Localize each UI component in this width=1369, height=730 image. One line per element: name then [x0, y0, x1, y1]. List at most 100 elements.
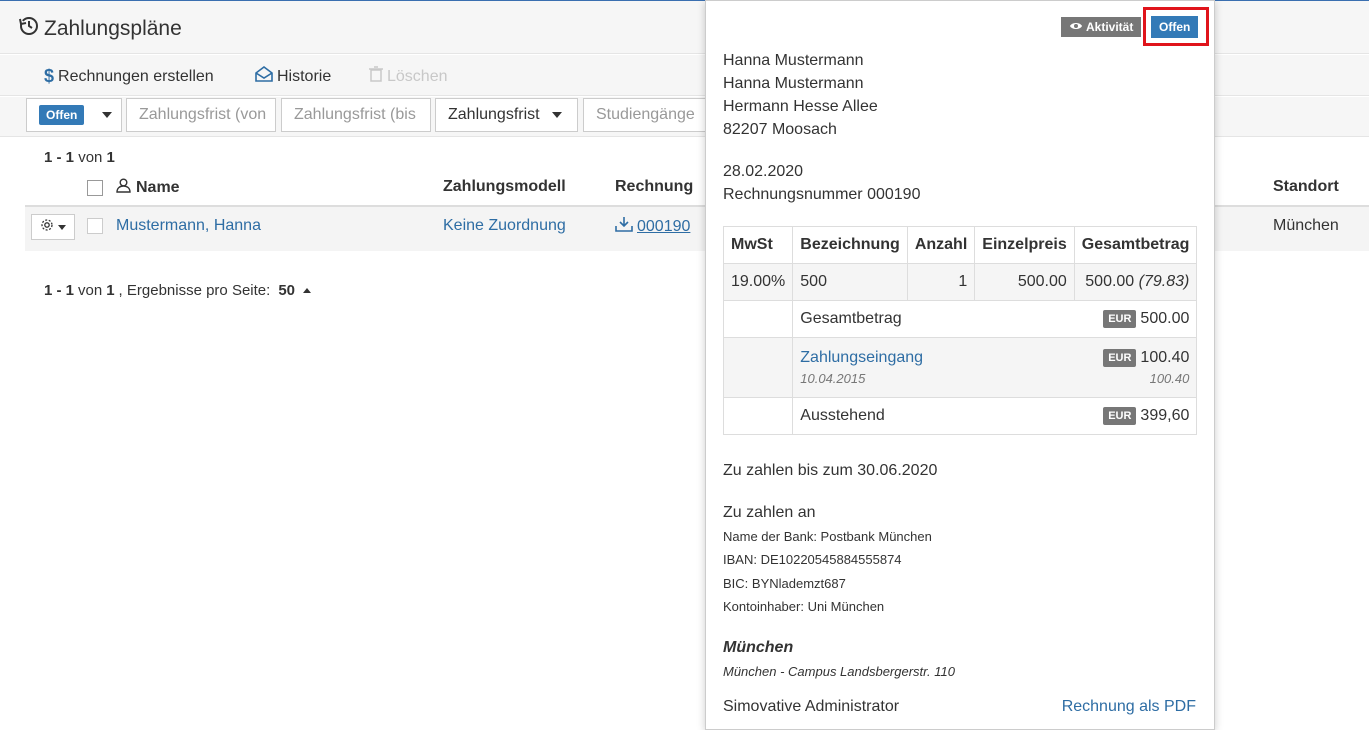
result-total: 1 [106, 282, 115, 299]
activity-button[interactable]: Aktivität [1061, 17, 1142, 37]
per-page-label: , Ergebnisse pro Seite: [118, 282, 271, 299]
user-icon [116, 178, 131, 198]
admin-link[interactable]: Simovative Administrator [723, 698, 899, 716]
column-header-location[interactable]: Standort [1273, 178, 1339, 196]
chevron-down-icon [58, 224, 66, 230]
row-name-link[interactable]: Mustermann, Hanna [116, 217, 261, 235]
result-range: 1 - 1 [44, 282, 75, 299]
per-page-value: 50 [278, 282, 295, 299]
total-label: Gesamtbetrag [800, 309, 902, 327]
item-unit-price: 500.00 [974, 263, 1075, 301]
due-from-input[interactable]: Zahlungsfrist (von [126, 98, 276, 132]
payment-sub-value: 100.40 [1149, 371, 1190, 387]
dollar-icon: $ [44, 66, 55, 86]
delete-label: Löschen [387, 67, 448, 85]
row-checkbox[interactable] [87, 218, 103, 234]
address-line-1: Hanna Mustermann [723, 75, 864, 92]
address-line-2: Hermann Hesse Allee [723, 98, 878, 115]
create-invoices-label: Rechnungen erstellen [58, 67, 214, 85]
column-name-label: Name [136, 179, 180, 196]
col-vat: MwSt [722, 226, 794, 264]
invoice-table: MwSt Bezeichnung Anzahl Einzelpreis Gesa… [722, 226, 1198, 435]
invoice-pdf-link[interactable]: Rechnung als PDF [1062, 698, 1196, 716]
outstanding-row: Ausstehend EUR 399,60 [722, 397, 1198, 435]
address-line-3: 82207 Moosach [723, 121, 837, 138]
result-range: 1 - 1 [44, 149, 75, 166]
bank-account-holder: Kontoinhaber: Uni München [723, 599, 885, 614]
column-header-invoice[interactable]: Rechnung [615, 178, 693, 196]
gear-icon [40, 218, 54, 237]
bank-name: Name der Bank: Postbank München [723, 529, 932, 544]
bank-bic: BIC: BYNlademzt687 [723, 576, 846, 591]
col-unit-price: Einzelpreis [974, 226, 1075, 264]
eye-icon [1069, 20, 1083, 34]
due-to-input[interactable]: Zahlungsfrist (bis [281, 98, 431, 132]
currency-badge: EUR [1103, 406, 1137, 425]
trash-icon [369, 66, 383, 87]
item-quantity: 1 [906, 263, 976, 301]
programs-filter-input[interactable]: Studiengänge [583, 98, 707, 132]
col-quantity: Anzahl [906, 226, 976, 264]
row-actions-button[interactable] [31, 214, 75, 240]
history-label: Historie [277, 67, 332, 85]
location-title: München [723, 639, 794, 656]
invoice-date: 28.02.2020 [723, 163, 804, 180]
outstanding-value: 399,60 [1140, 407, 1190, 425]
result-count-top: 1 - 1 von 1 [44, 149, 115, 166]
item-total-vat: (79.83) [1138, 273, 1190, 290]
invoice-item-row: 19.00% 500 1 500.00 500.00 (79.83) [722, 263, 1198, 301]
item-description: 500 [792, 263, 908, 301]
result-von: von [78, 149, 103, 166]
col-total: Gesamtbetrag [1073, 226, 1198, 264]
delete-button[interactable]: Löschen [369, 66, 448, 87]
page-title-text: Zahlungspläne [44, 17, 182, 40]
status-badge[interactable]: Offen [1151, 16, 1199, 38]
result-total: 1 [106, 149, 115, 166]
result-count-bottom: 1 - 1 von 1 , Ergebnisse pro Seite: 50 [44, 282, 311, 299]
payment-value: 100.40 [1140, 349, 1190, 367]
select-all-checkbox[interactable] [87, 180, 103, 196]
status-filter-value: Offen [39, 105, 85, 125]
row-invoice-number: 000190 [637, 217, 691, 235]
invoice-number: Rechnungsnummer 000190 [723, 186, 921, 203]
per-page-select[interactable]: 50 [278, 282, 311, 299]
column-header-payment-model[interactable]: Zahlungsmodell [443, 178, 566, 196]
activity-label: Aktivität [1086, 20, 1134, 34]
due-date-select-label: Zahlungsfrist [448, 106, 540, 123]
envelope-open-icon [255, 66, 273, 87]
due-date-text: Zu zahlen bis zum 30.06.2020 [723, 462, 938, 479]
status-filter-select[interactable]: Offen [26, 98, 122, 132]
download-icon [615, 216, 633, 237]
row-location: München [1273, 217, 1339, 234]
location-subtitle: München - Campus Landsbergerstr. 110 [723, 664, 955, 679]
item-vat: 19.00% [722, 263, 794, 301]
invoice-table-header: MwSt Bezeichnung Anzahl Einzelpreis Gesa… [722, 226, 1198, 264]
item-total-cell: 500.00 (79.83) [1073, 263, 1198, 301]
column-header-name[interactable]: Name [116, 178, 180, 198]
result-von: von [78, 282, 103, 299]
total-row: Gesamtbetrag EUR 500.00 [722, 300, 1198, 338]
payment-link[interactable]: Zahlungseingang [800, 349, 923, 367]
chevron-down-icon [551, 112, 562, 118]
currency-badge: EUR [1103, 309, 1137, 328]
recipient-link[interactable]: Hanna Mustermann [723, 52, 864, 70]
row-invoice-link[interactable]: 000190 [615, 216, 690, 237]
total-value: 500.00 [1140, 310, 1190, 328]
due-date-select[interactable]: Zahlungsfrist [435, 98, 578, 132]
payment-date: 10.04.2015 [800, 371, 866, 387]
chevron-up-icon [303, 288, 311, 293]
create-invoices-button[interactable]: $ Rechnungen erstellen [44, 66, 214, 87]
history-icon [18, 15, 40, 43]
item-total: 500.00 [1085, 273, 1135, 290]
pay-to-label: Zu zahlen an [723, 504, 816, 521]
invoice-popover: Aktivität Offen Hanna Mustermann Hanna M… [705, 0, 1215, 730]
currency-badge: EUR [1103, 348, 1137, 367]
col-description: Bezeichnung [792, 226, 908, 264]
payment-row: Zahlungseingang EUR 100.40 10.04.2015 100… [722, 337, 1198, 398]
history-button[interactable]: Historie [255, 66, 331, 87]
chevron-down-icon [102, 112, 113, 118]
bank-iban: IBAN: DE10220545884555874 [723, 552, 902, 567]
page-title: Zahlungspläne [18, 15, 182, 43]
outstanding-label: Ausstehend [800, 406, 885, 424]
row-payment-model-link[interactable]: Keine Zuordnung [443, 217, 566, 235]
